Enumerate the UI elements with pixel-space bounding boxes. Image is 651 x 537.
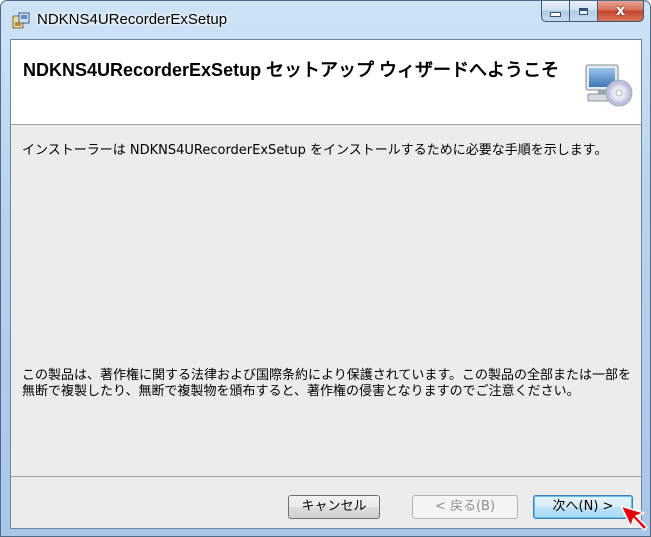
wizard-banner: NDKNS4URecorderExSetup セットアップ ウィザードへようこそ bbox=[11, 40, 641, 125]
pointer-arrow-icon bbox=[620, 505, 648, 531]
caption-buttons: x bbox=[541, 1, 644, 23]
wizard-client-area: NDKNS4URecorderExSetup セットアップ ウィザードへようこそ bbox=[10, 39, 642, 529]
close-icon: x bbox=[615, 3, 626, 19]
app-installer-icon bbox=[12, 12, 30, 29]
intro-text: インストーラーは NDKNS4URecorderExSetup をインストールす… bbox=[22, 143, 608, 158]
installer-computer-cd-icon bbox=[585, 64, 633, 107]
title-bar[interactable]: NDKNS4URecorderExSetup x bbox=[1, 1, 650, 39]
minimize-icon bbox=[550, 12, 561, 17]
window-title: NDKNS4URecorderExSetup bbox=[37, 11, 228, 28]
copyright-notice: この製品は、著作権に関する法律および国際条約により保護されています。この製品の全… bbox=[22, 368, 632, 399]
back-button[interactable]: < 戻る(B) bbox=[412, 495, 518, 519]
wizard-footer: キャンセル < 戻る(B) 次へ(N) > bbox=[11, 476, 641, 528]
cancel-button[interactable]: キャンセル bbox=[288, 495, 380, 519]
maximize-button[interactable] bbox=[569, 1, 597, 22]
maximize-icon bbox=[579, 7, 588, 15]
page-title: NDKNS4URecorderExSetup セットアップ ウィザードへようこそ bbox=[23, 60, 560, 80]
minimize-button[interactable] bbox=[541, 1, 569, 22]
installer-window: NDKNS4URecorderExSetup x NDKNS4URecorder… bbox=[0, 0, 651, 537]
wizard-body: インストーラーは NDKNS4URecorderExSetup をインストールす… bbox=[11, 125, 641, 476]
close-button[interactable]: x bbox=[597, 1, 644, 22]
